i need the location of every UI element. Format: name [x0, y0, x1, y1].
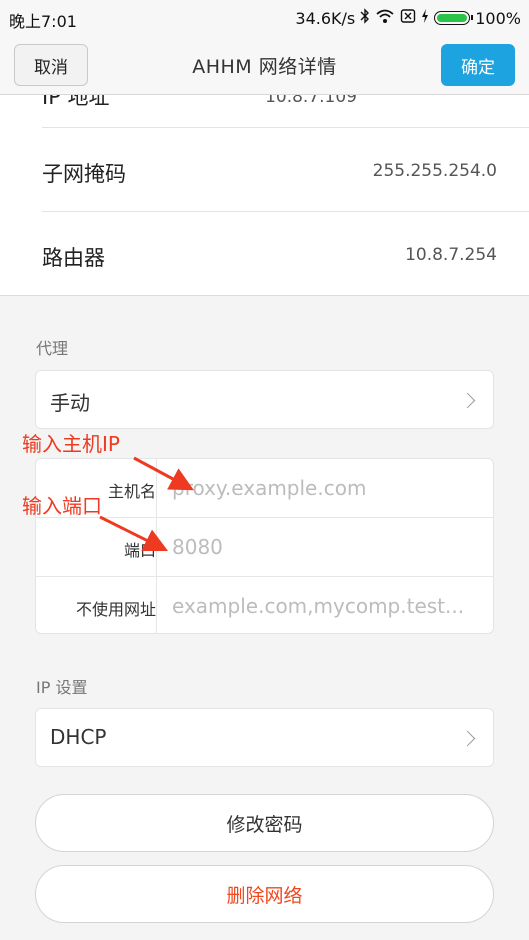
- chevron-right-icon: [459, 730, 476, 747]
- delete-network-button[interactable]: 删除网络: [35, 865, 494, 923]
- ip-settings-select[interactable]: DHCP: [35, 708, 494, 767]
- change-password-button[interactable]: 修改密码: [35, 794, 494, 852]
- ip-settings-value: DHCP: [50, 725, 107, 749]
- ip-settings-section-title: IP 设置: [36, 678, 88, 697]
- arrow-to-hostname: [133, 456, 194, 491]
- arrow-to-port: [99, 515, 169, 552]
